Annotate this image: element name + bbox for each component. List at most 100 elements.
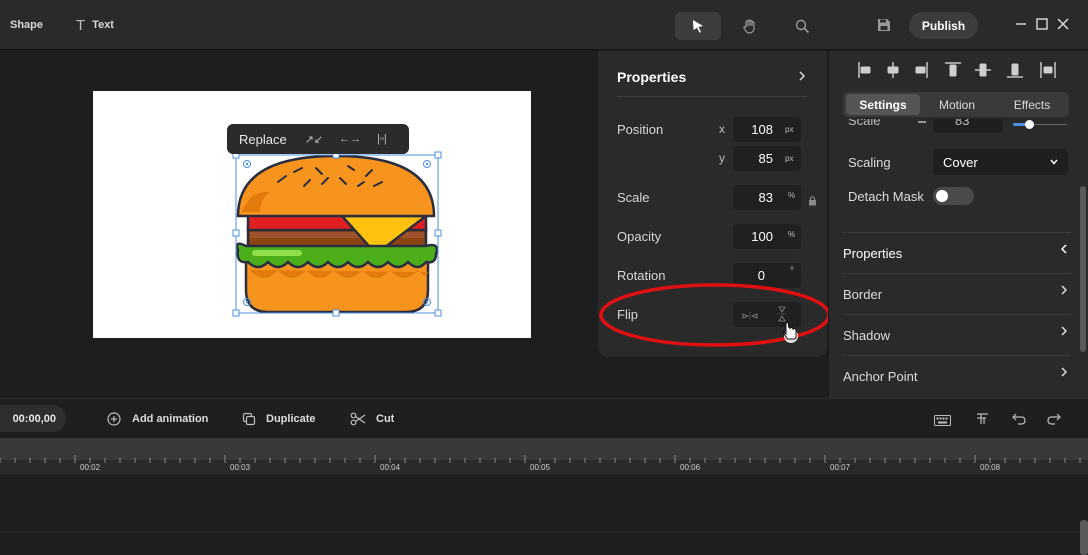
properties-expand-button[interactable] xyxy=(797,69,807,88)
tab-motion[interactable]: Motion xyxy=(922,94,992,115)
tick-label: 00:02 xyxy=(80,463,101,472)
position-y-value: 85 xyxy=(758,151,773,166)
scale-value: 83 xyxy=(758,190,773,205)
chevron-right-icon xyxy=(1061,367,1068,377)
swap-icon[interactable]: ←→ xyxy=(339,133,361,145)
chevron-right-icon xyxy=(799,71,806,81)
detach-mask-toggle-knob xyxy=(936,190,948,202)
degree-unit: ° xyxy=(790,266,794,277)
replace-button[interactable]: Replace xyxy=(239,132,287,147)
shape-tool-label: Shape xyxy=(10,19,44,31)
fit-icon[interactable]: |▫| xyxy=(377,133,387,145)
undo-button[interactable] xyxy=(1012,412,1026,430)
x-label: x xyxy=(719,122,725,136)
search-icon xyxy=(795,19,809,33)
hand-icon xyxy=(743,19,755,34)
scale-row-value: 83 xyxy=(955,119,970,128)
hand-tool-button[interactable] xyxy=(727,12,773,40)
add-animation-button[interactable]: Add animation xyxy=(107,405,208,432)
chevron-left-icon xyxy=(1060,244,1067,254)
tick-label: 00:05 xyxy=(530,463,551,472)
section-shadow[interactable]: Shadow xyxy=(843,314,1071,355)
text-tool-label: Text xyxy=(92,19,114,31)
resize-handle-tr[interactable] xyxy=(434,151,442,159)
maximize-button[interactable] xyxy=(1036,17,1048,35)
scale-slider-track[interactable] xyxy=(1033,124,1067,125)
resize-handle-br[interactable] xyxy=(434,309,442,317)
add-animation-label: Add animation xyxy=(132,412,209,425)
align-left-icon[interactable] xyxy=(858,62,871,78)
hand-cursor-icon xyxy=(782,321,798,343)
image-floating-toolbar: Replace ↗↙ ←→ |▫| xyxy=(227,124,409,154)
section-anchor-point-label: Anchor Point xyxy=(843,368,918,384)
duplicate-button[interactable]: Duplicate xyxy=(242,405,316,432)
align-top-icon[interactable] xyxy=(945,62,961,77)
opacity-value: 100 xyxy=(751,229,773,244)
scale-label: Scale xyxy=(617,190,650,205)
right-panel-scrollbar[interactable] xyxy=(1080,186,1086,352)
shape-tool-button[interactable]: Shape xyxy=(10,0,43,50)
track-divider xyxy=(0,531,1080,532)
tick-label: 00:04 xyxy=(380,463,401,472)
align-bottom-icon[interactable] xyxy=(1007,63,1023,78)
scissors-icon xyxy=(350,412,366,425)
distribute-icon[interactable] xyxy=(1040,62,1056,78)
maximize-icon xyxy=(1036,18,1048,30)
minimize-button[interactable] xyxy=(1015,17,1027,35)
px-unit-y: px xyxy=(785,154,794,163)
tab-settings[interactable]: Settings xyxy=(846,94,920,115)
align-center-h-icon[interactable] xyxy=(887,62,899,78)
select-tool-button[interactable] xyxy=(675,12,721,40)
resize-handle-bottom[interactable] xyxy=(332,309,340,317)
redo-button[interactable] xyxy=(1047,412,1061,430)
scale-row-input[interactable]: 83 xyxy=(933,119,1003,133)
split-button[interactable] xyxy=(976,412,989,430)
scale-lock-button[interactable] xyxy=(808,193,817,211)
timecode-display[interactable]: 00:00,00 xyxy=(0,405,66,432)
section-border[interactable]: Border xyxy=(843,273,1071,314)
resize-handle-bl[interactable] xyxy=(232,309,240,317)
text-icon: T xyxy=(76,16,86,34)
rotation-value: 0 xyxy=(757,268,765,283)
scaling-select[interactable]: Cover xyxy=(933,149,1068,175)
close-button[interactable] xyxy=(1057,17,1069,35)
timeline-tracks[interactable] xyxy=(0,474,1088,555)
zoom-tool-button[interactable] xyxy=(779,12,825,40)
tick-label: 00:03 xyxy=(230,463,251,472)
minimize-icon xyxy=(1016,23,1026,25)
section-properties[interactable]: Properties xyxy=(843,232,1071,273)
close-icon xyxy=(1057,18,1069,30)
y-label: y xyxy=(719,151,725,165)
section-shadow-label: Shadow xyxy=(843,327,890,343)
cut-button[interactable]: Cut xyxy=(350,405,394,432)
properties-title: Properties xyxy=(617,69,687,85)
align-right-icon[interactable] xyxy=(915,62,928,78)
tick-label: 00:06 xyxy=(680,463,701,472)
timecode-value: 00:00,00 xyxy=(12,412,56,425)
scaling-value: Cover xyxy=(943,154,978,170)
keyboard-shortcuts-button[interactable] xyxy=(934,413,951,431)
save-icon xyxy=(878,19,890,31)
resize-handle-left[interactable] xyxy=(232,229,240,237)
expand-icon[interactable]: ↗↙ xyxy=(305,133,323,146)
save-button[interactable] xyxy=(877,18,891,37)
position-x-value: 108 xyxy=(751,122,773,137)
properties-divider xyxy=(617,96,807,97)
resize-handle-right[interactable] xyxy=(434,229,442,237)
tick-label: 00:08 xyxy=(980,463,1001,472)
timeline-scrollbar[interactable] xyxy=(1080,520,1088,555)
undo-icon xyxy=(1012,413,1026,425)
section-properties-label: Properties xyxy=(843,245,903,261)
text-tool-button[interactable]: T Text xyxy=(76,0,114,50)
plus-circle-icon xyxy=(107,411,121,426)
tab-effects[interactable]: Effects xyxy=(996,94,1068,115)
scale-slider-thumb[interactable] xyxy=(1025,120,1034,129)
publish-button[interactable]: Publish xyxy=(909,12,978,39)
redo-icon xyxy=(1047,413,1061,425)
align-center-v-icon[interactable] xyxy=(975,63,991,77)
section-anchor-point[interactable]: Anchor Point xyxy=(843,355,1071,396)
selection-frame xyxy=(232,151,442,317)
chevron-down-icon xyxy=(1050,159,1058,165)
scale-row-label: Scale xyxy=(848,119,881,128)
alignment-toolbar xyxy=(858,62,1056,78)
